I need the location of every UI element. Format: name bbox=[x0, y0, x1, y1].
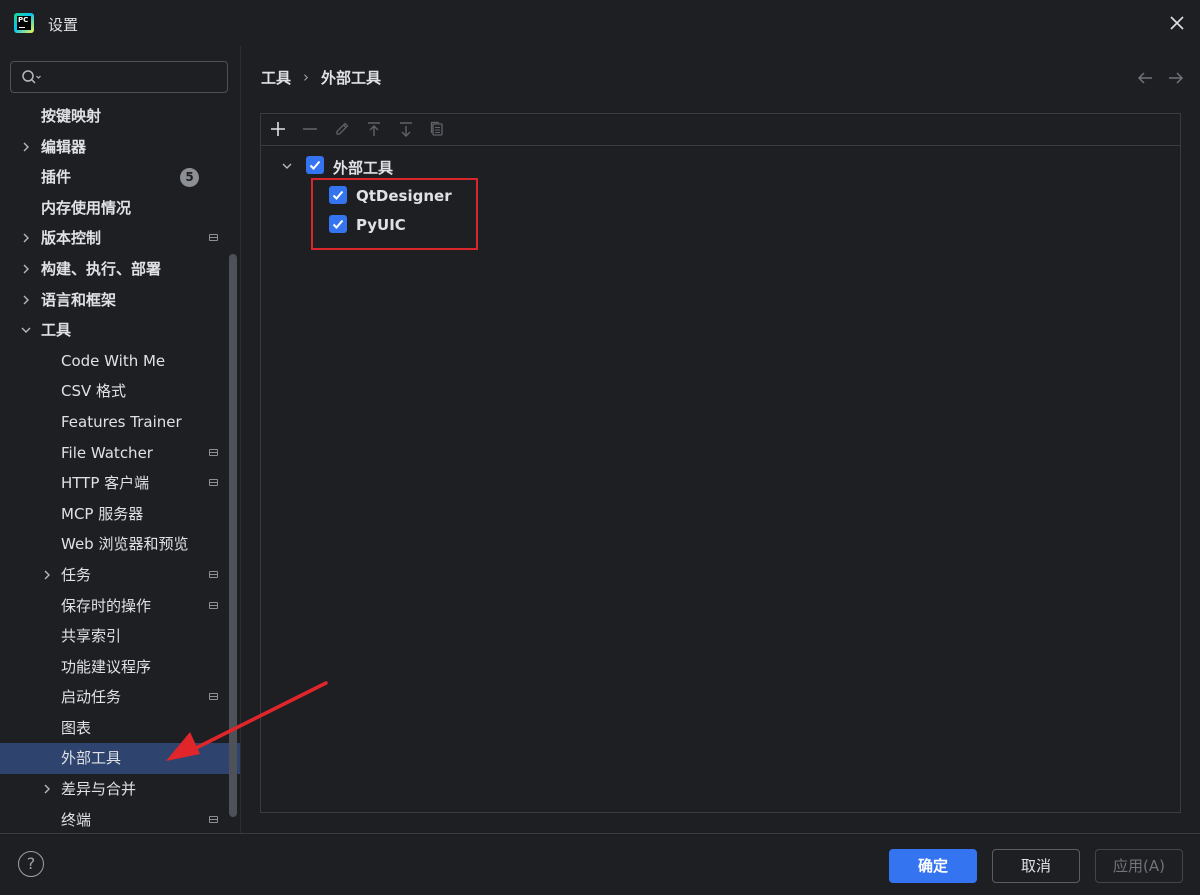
close-icon bbox=[1170, 16, 1184, 30]
search-input[interactable] bbox=[10, 61, 228, 93]
sidebar-item-label: Web 浏览器和预览 bbox=[61, 535, 189, 554]
sidebar-item[interactable]: MCP 服务器 bbox=[0, 499, 240, 530]
sidebar-item-label: 图表 bbox=[61, 718, 92, 737]
group-checkbox[interactable] bbox=[306, 156, 324, 174]
chevron-right-icon[interactable] bbox=[20, 223, 32, 253]
move-up-icon bbox=[368, 122, 380, 136]
window-title: 设置 bbox=[48, 16, 79, 34]
search-icon bbox=[22, 70, 41, 84]
sidebar-item-label: 构建、执行、部署 bbox=[41, 259, 162, 278]
project-scope-icon bbox=[209, 234, 218, 242]
sidebar-item[interactable]: Web 浏览器和预览 bbox=[0, 529, 240, 560]
sidebar-item-label: 任务 bbox=[61, 565, 92, 584]
sidebar-item-label: Code With Me bbox=[61, 351, 166, 370]
sidebar-item-label: MCP 服务器 bbox=[61, 504, 144, 523]
sidebar-item-label: Features Trainer bbox=[61, 412, 182, 431]
pycharm-logo-icon: PC bbox=[14, 13, 34, 33]
project-scope-icon bbox=[209, 479, 218, 487]
chevron-right-icon[interactable] bbox=[20, 254, 32, 284]
sidebar-item-label: 编辑器 bbox=[41, 137, 87, 156]
sidebar-item-label: 差异与合并 bbox=[61, 780, 137, 799]
copy-tool-button[interactable] bbox=[428, 120, 446, 138]
sidebar-item-label: 内存使用情况 bbox=[41, 198, 132, 217]
sidebar-item[interactable]: 版本控制 bbox=[0, 223, 240, 254]
tools-toolbar bbox=[261, 114, 1180, 146]
breadcrumb-parent[interactable]: 工具 bbox=[261, 67, 291, 88]
tool-group-row[interactable]: 外部工具 bbox=[261, 152, 1180, 180]
sidebar-item-label: 按键映射 bbox=[41, 107, 102, 125]
move-up-button[interactable] bbox=[365, 120, 383, 138]
sidebar-item-label: File Watcher bbox=[61, 443, 153, 462]
sidebar-item-label: 工具 bbox=[41, 321, 72, 340]
sidebar-item-label: 版本控制 bbox=[41, 229, 102, 248]
sidebar-item-label: 语言和框架 bbox=[41, 290, 117, 309]
sidebar-item-label: 终端 bbox=[61, 810, 92, 829]
arrow-right-icon bbox=[1169, 72, 1184, 84]
minus-icon bbox=[303, 128, 317, 130]
project-scope-icon bbox=[209, 815, 218, 823]
sidebar-item[interactable]: Code With Me bbox=[0, 346, 240, 377]
back-button[interactable] bbox=[1136, 70, 1154, 86]
sidebar-item[interactable]: 任务 bbox=[0, 560, 240, 591]
chevron-down-icon[interactable] bbox=[20, 315, 32, 345]
sidebar-item-label: HTTP 客户端 bbox=[61, 474, 150, 493]
sidebar-item-label: 外部工具 bbox=[61, 749, 122, 768]
chevron-right-icon[interactable] bbox=[20, 132, 32, 162]
footer-divider bbox=[0, 833, 1200, 834]
project-scope-icon bbox=[209, 448, 218, 456]
close-button[interactable] bbox=[1164, 10, 1190, 36]
sidebar-item[interactable]: 按键映射 bbox=[0, 101, 240, 132]
title-bar: PC 设置 bbox=[0, 0, 1200, 46]
project-scope-icon bbox=[209, 601, 218, 609]
group-label: 外部工具 bbox=[333, 159, 394, 177]
sidebar-item[interactable]: 差异与合并 bbox=[0, 774, 240, 805]
sidebar-item-label: 保存时的操作 bbox=[61, 596, 152, 615]
chevron-right-icon[interactable] bbox=[41, 560, 53, 590]
cancel-button[interactable]: 取消 bbox=[992, 849, 1080, 883]
sidebar-item[interactable]: File Watcher bbox=[0, 438, 240, 469]
ok-button[interactable]: 确定 bbox=[889, 849, 977, 883]
copy-icon bbox=[430, 121, 443, 136]
help-button[interactable]: ? bbox=[18, 851, 44, 877]
sidebar-item[interactable]: HTTP 客户端 bbox=[0, 468, 240, 499]
edit-icon bbox=[336, 122, 349, 135]
sidebar-item[interactable]: 功能建议程序 bbox=[0, 652, 240, 683]
breadcrumb-separator: › bbox=[303, 68, 310, 86]
sidebar-item[interactable]: 插件 5 bbox=[0, 162, 240, 193]
move-down-button[interactable] bbox=[397, 120, 415, 138]
move-down-icon bbox=[400, 122, 412, 137]
annotation-arrow-icon bbox=[166, 681, 328, 761]
sidebar-item[interactable]: 保存时的操作 bbox=[0, 591, 240, 622]
breadcrumb-current: 外部工具 bbox=[321, 68, 382, 87]
edit-tool-button[interactable] bbox=[333, 120, 351, 138]
chevron-right-icon[interactable] bbox=[41, 774, 53, 804]
project-scope-icon bbox=[209, 570, 218, 578]
breadcrumb: 工具 › 外部工具 bbox=[261, 67, 381, 87]
apply-button[interactable]: 应用(A) bbox=[1095, 849, 1183, 883]
sidebar-item-label: CSV 格式 bbox=[61, 382, 127, 401]
sidebar-item[interactable]: 工具 bbox=[0, 315, 240, 346]
forward-button[interactable] bbox=[1167, 70, 1185, 86]
sidebar-item-label: 启动任务 bbox=[61, 688, 122, 707]
sidebar-item-label: 插件 bbox=[41, 168, 72, 187]
sidebar-item[interactable]: Features Trainer bbox=[0, 407, 240, 438]
plugin-count-badge: 5 bbox=[180, 168, 199, 188]
sidebar-item[interactable]: 语言和框架 bbox=[0, 285, 240, 316]
chevron-right-icon[interactable] bbox=[20, 285, 32, 315]
sidebar-item[interactable]: CSV 格式 bbox=[0, 376, 240, 407]
sidebar-item[interactable]: 终端 bbox=[0, 805, 240, 836]
sidebar-item[interactable]: 共享索引 bbox=[0, 621, 240, 652]
sidebar-item[interactable]: 构建、执行、部署 bbox=[0, 254, 240, 285]
add-tool-button[interactable] bbox=[269, 120, 287, 138]
annotation-highlight-box bbox=[311, 178, 478, 250]
plus-icon bbox=[271, 122, 285, 136]
sidebar-item[interactable]: 编辑器 bbox=[0, 132, 240, 163]
sidebar-item-label: 功能建议程序 bbox=[61, 657, 152, 676]
arrow-left-icon bbox=[1137, 72, 1152, 84]
sidebar-item-label: 共享索引 bbox=[61, 627, 122, 646]
chevron-down-icon[interactable] bbox=[281, 160, 293, 172]
sidebar-item[interactable]: 内存使用情况 bbox=[0, 193, 240, 224]
remove-tool-button[interactable] bbox=[301, 120, 319, 138]
check-icon bbox=[309, 160, 321, 170]
